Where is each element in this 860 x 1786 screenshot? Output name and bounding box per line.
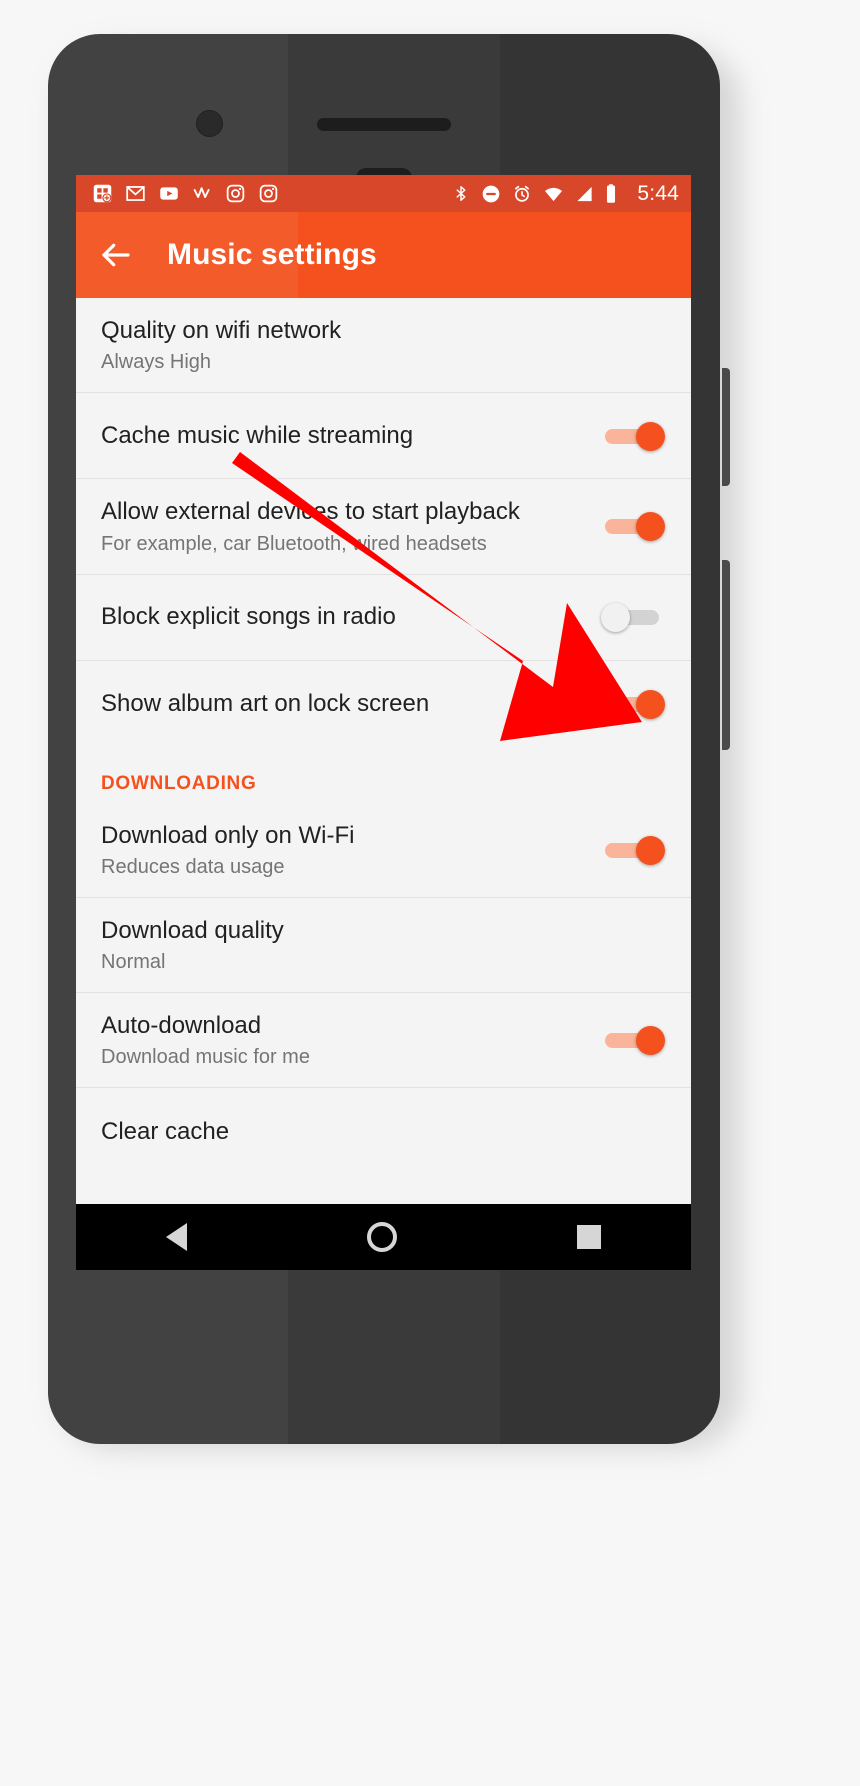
row-text: Auto-download Download music for me bbox=[101, 993, 587, 1087]
front-camera-icon bbox=[196, 110, 223, 137]
toggle-switch-block-explicit-songs[interactable] bbox=[601, 601, 665, 633]
toggle-switch-auto-download[interactable] bbox=[601, 1024, 665, 1056]
setting-title: Download quality bbox=[101, 916, 284, 944]
switch-knob bbox=[636, 1026, 665, 1056]
setting-row-show-album-art-on-lock-screen[interactable]: Show album art on lock screen bbox=[76, 661, 691, 747]
setting-subtitle: For example, car Bluetooth, wired headse… bbox=[101, 532, 487, 555]
section-header-downloading: DOWNLOADING bbox=[101, 772, 257, 794]
setting-row-block-explicit-songs-in-radio[interactable]: Block explicit songs in radio bbox=[76, 575, 691, 661]
app-bar: Music settings bbox=[76, 212, 691, 298]
volume-button[interactable] bbox=[722, 368, 730, 486]
setting-title: Cache music while streaming bbox=[101, 422, 414, 450]
battery-icon bbox=[607, 184, 616, 203]
setting-row-clear-cache[interactable]: Clear cache bbox=[76, 1088, 691, 1174]
page-title: Music settings bbox=[167, 238, 377, 271]
toggle-switch-allow-external-devices[interactable] bbox=[601, 510, 665, 542]
back-arrow-icon[interactable] bbox=[98, 237, 134, 273]
status-bar-system-icons: 5:44 bbox=[452, 182, 679, 206]
strava-icon bbox=[193, 187, 210, 198]
setting-title: Quality on wifi network bbox=[101, 317, 342, 344]
setting-subtitle: Download music for me bbox=[101, 1046, 310, 1069]
setting-row-download-quality[interactable]: Download quality Normal bbox=[76, 898, 691, 994]
setting-title: Block explicit songs in radio bbox=[101, 603, 396, 631]
gmail-icon bbox=[126, 186, 145, 201]
setting-title: Clear cache bbox=[101, 1117, 230, 1145]
settings-list: Quality on wifi network Always High Cach… bbox=[76, 298, 691, 1175]
screenshot-stage: 5:44 Music settings Quality on wifi netw… bbox=[0, 0, 860, 1786]
phone-screen: 5:44 Music settings Quality on wifi netw… bbox=[76, 175, 691, 1270]
row-text: Quality on wifi network Always High bbox=[101, 298, 665, 392]
setting-title: Download only on Wi-Fi bbox=[101, 821, 355, 849]
setting-row-allow-external-devices-to-start-playback[interactable]: Allow external devices to start playback… bbox=[76, 479, 691, 575]
instagram-icon-2 bbox=[259, 184, 278, 203]
android-navigation-bar bbox=[76, 1204, 691, 1270]
setting-subtitle: Always High bbox=[101, 351, 212, 374]
setting-row-quality-on-wifi-network[interactable]: Quality on wifi network Always High bbox=[76, 298, 691, 394]
wifi-icon bbox=[545, 187, 563, 201]
setting-row-cache-music-while-streaming[interactable]: Cache music while streaming bbox=[76, 393, 691, 480]
row-text: Cache music while streaming bbox=[101, 403, 587, 468]
nav-back-icon[interactable] bbox=[166, 1223, 187, 1251]
row-text: Block explicit songs in radio bbox=[101, 584, 587, 649]
setting-title: Allow external devices to start playback bbox=[101, 498, 520, 526]
switch-knob bbox=[636, 835, 665, 865]
row-text: Allow external devices to start playback… bbox=[101, 479, 587, 573]
row-text: Clear cache bbox=[101, 1099, 665, 1164]
nav-home-icon[interactable] bbox=[367, 1222, 397, 1252]
row-text: Download only on Wi-Fi Reduces data usag… bbox=[101, 803, 587, 897]
toggle-switch-cache-music-while-streaming[interactable] bbox=[601, 420, 665, 452]
bluetooth-icon bbox=[456, 186, 466, 201]
setting-row-auto-download[interactable]: Auto-download Download music for me bbox=[76, 993, 691, 1089]
status-bar-notification-icons bbox=[92, 183, 279, 204]
cellular-signal-icon bbox=[577, 186, 592, 201]
switch-knob bbox=[601, 603, 630, 633]
switch-knob bbox=[636, 689, 665, 719]
toggle-switch-show-album-art[interactable] bbox=[601, 688, 665, 720]
play-store-notification-icon bbox=[93, 184, 112, 203]
switch-knob bbox=[636, 512, 665, 542]
row-text: Download quality Normal bbox=[101, 898, 665, 992]
nav-recents-icon[interactable] bbox=[577, 1225, 601, 1249]
switch-knob bbox=[636, 421, 665, 451]
setting-title: Show album art on lock screen bbox=[101, 689, 430, 717]
setting-title: Auto-download bbox=[101, 1012, 262, 1040]
earpiece-speaker bbox=[317, 118, 451, 131]
alarm-icon bbox=[515, 185, 530, 202]
power-button[interactable] bbox=[722, 560, 730, 750]
setting-subtitle: Normal bbox=[101, 951, 166, 974]
toggle-switch-download-only-on-wifi[interactable] bbox=[601, 834, 665, 866]
youtube-icon bbox=[160, 187, 178, 200]
setting-subtitle: Reduces data usage bbox=[101, 855, 285, 878]
do-not-disturb-icon bbox=[482, 185, 500, 202]
status-bar-clock: 5:44 bbox=[637, 181, 679, 205]
status-bar: 5:44 bbox=[76, 175, 691, 212]
instagram-icon bbox=[226, 184, 245, 203]
row-text: Show album art on lock screen bbox=[101, 671, 587, 736]
setting-row-download-only-on-wifi[interactable]: Download only on Wi-Fi Reduces data usag… bbox=[76, 803, 691, 898]
